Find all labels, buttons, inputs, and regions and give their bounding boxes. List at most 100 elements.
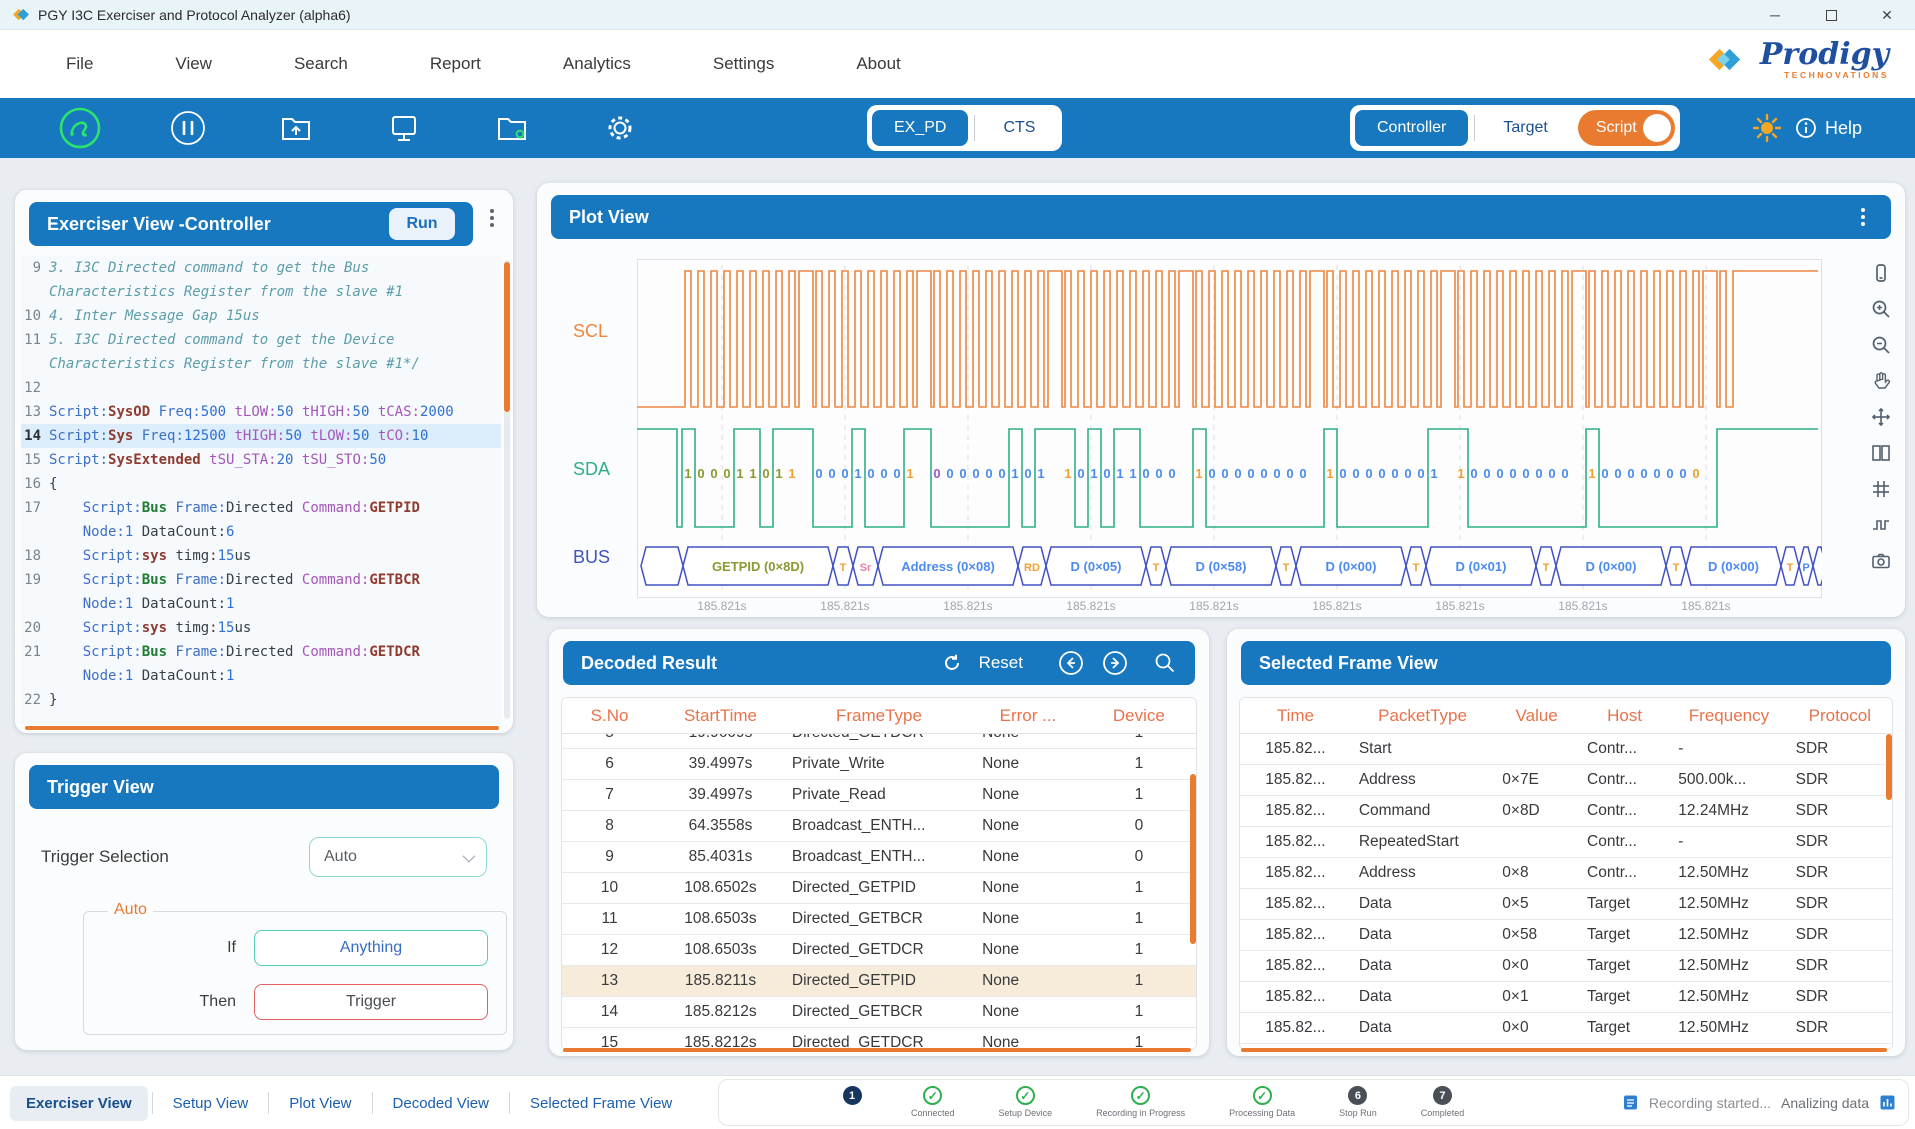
menu-item-file[interactable]: File (40, 46, 119, 82)
code-line[interactable]: 18 Script:sys timg:15us (21, 544, 501, 568)
mode-tab-controller[interactable]: Controller (1355, 110, 1468, 146)
table-row[interactable]: 864.3558sBroadcast_ENTH...None0 (562, 811, 1196, 842)
move-icon[interactable] (1869, 405, 1893, 429)
tab-ex-pd[interactable]: EX_PD (872, 110, 968, 146)
table-row[interactable]: 10108.6502sDirected_GETPIDNone1 (562, 873, 1196, 904)
help-button[interactable]: Help (1795, 117, 1862, 139)
maximize-icon[interactable] (1803, 0, 1859, 30)
code-editor[interactable]: 93. I3C Directed command to get the BusC… (21, 256, 501, 725)
reset-button[interactable]: Reset (979, 653, 1023, 673)
code-line[interactable]: 19 Script:Bus Frame:Directed Command:GET… (21, 568, 501, 592)
search-icon[interactable] (1153, 651, 1177, 675)
column-header-frametype[interactable]: FrameType (784, 706, 974, 726)
column-header-packettype[interactable]: PacketType (1351, 706, 1494, 726)
column-header-s-no[interactable]: S.No (562, 706, 657, 726)
column-header-error[interactable]: Error ... (974, 706, 1082, 726)
decoded-scrollbar-thumb[interactable] (1190, 774, 1196, 944)
table-row[interactable]: 185.82...Data0×1Target12.50MHzSDR (1240, 982, 1892, 1013)
table-row[interactable]: 985.4031sBroadcast_ENTH...None0 (562, 842, 1196, 873)
folder-open-icon[interactable] (490, 106, 534, 150)
if-condition-button[interactable]: Anything (254, 930, 488, 966)
script-toggle[interactable]: Script (1578, 110, 1675, 146)
folder-export-icon[interactable] (274, 106, 318, 150)
minimize-icon[interactable]: ─ (1747, 0, 1803, 30)
code-line[interactable]: Node:1 DataCount:6 (21, 520, 501, 544)
bottom-tab-setup-view[interactable]: Setup View (157, 1086, 265, 1121)
code-line[interactable]: 17 Script:Bus Frame:Directed Command:GET… (21, 496, 501, 520)
column-header-time[interactable]: Time (1240, 706, 1351, 726)
code-line[interactable]: 93. I3C Directed command to get the Bus (21, 256, 501, 280)
table-row[interactable]: 185.82...Data0×0Target12.50MHzSDR (1240, 951, 1892, 982)
code-line[interactable]: 13Script:SysOD Freq:500 tLOW:50 tHIGH:50… (21, 400, 501, 424)
table-row[interactable]: 185.82...Command0×8DContr...12.24MHzSDR (1240, 796, 1892, 827)
code-line[interactable]: Characteristics Register from the slave … (21, 280, 501, 304)
touch-icon[interactable] (1869, 261, 1893, 285)
column-header-starttime[interactable]: StartTime (657, 706, 784, 726)
bottom-tab-plot-view[interactable]: Plot View (273, 1086, 367, 1121)
pan-hand-icon[interactable] (1869, 369, 1893, 393)
code-line[interactable]: 16{ (21, 472, 501, 496)
table-row[interactable]: 185.82...Address0×7EContr...500.00k...SD… (1240, 765, 1892, 796)
pause-icon[interactable] (166, 106, 210, 150)
column-header-host[interactable]: Host (1579, 706, 1670, 726)
code-line[interactable]: Node:1 DataCount:1 (21, 664, 501, 688)
zoom-out-icon[interactable] (1869, 333, 1893, 357)
waveform-plot[interactable]: 185.821s185.821s185.821s185.821s185.821s… (637, 259, 1822, 620)
table-row[interactable]: 739.4997sPrivate_ReadNone1 (562, 780, 1196, 811)
waveform-icon[interactable] (1869, 513, 1893, 537)
close-icon[interactable]: ✕ (1859, 0, 1915, 30)
selected-scrollbar-thumb[interactable] (1886, 734, 1892, 800)
code-scrollbar-thumb[interactable] (504, 262, 510, 412)
table-row[interactable]: 185.82...Address0×8Contr...12.50MHzSDR (1240, 858, 1892, 889)
table-row[interactable]: 519.9609sDirected_GETDCRNone1 (562, 734, 1196, 749)
code-line[interactable]: 115. I3C Directed command to get the Dev… (21, 328, 501, 352)
menu-item-search[interactable]: Search (268, 46, 374, 82)
column-header-protocol[interactable]: Protocol (1788, 706, 1892, 726)
table-row[interactable]: 15185.8212sDirected_GETDCRNone1 (562, 1028, 1196, 1049)
display-icon[interactable] (382, 106, 426, 150)
exerciser-menu-icon[interactable] (481, 216, 503, 220)
table-row[interactable]: 185.82...Data0×5Target12.50MHzSDR (1240, 889, 1892, 920)
decoded-hscrollbar-thumb[interactable] (563, 1048, 1191, 1052)
menu-item-view[interactable]: View (149, 46, 238, 82)
code-line[interactable]: 15Script:SysExtended tSU_STA:20 tSU_STO:… (21, 448, 501, 472)
code-hscrollbar-thumb[interactable] (25, 726, 499, 730)
table-row[interactable]: 11108.6503sDirected_GETBCRNone1 (562, 904, 1196, 935)
table-row[interactable]: 12108.6503sDirected_GETDCRNone1 (562, 935, 1196, 966)
bottom-tab-exerciser-view[interactable]: Exerciser View (10, 1086, 148, 1121)
menu-item-report[interactable]: Report (404, 46, 507, 82)
grid-icon[interactable] (1869, 477, 1893, 501)
selected-hscrollbar-thumb[interactable] (1241, 1048, 1887, 1052)
table-row[interactable]: 185.82...RepeatedStartContr...-SDR (1240, 827, 1892, 858)
code-line[interactable]: 21 Script:Bus Frame:Directed Command:GET… (21, 640, 501, 664)
table-row[interactable]: 185.82...Data0×0Target12.50MHzSDR (1240, 1013, 1892, 1044)
menu-item-about[interactable]: About (830, 46, 926, 82)
table-row[interactable]: 185.82...StartContr...-SDR (1240, 734, 1892, 765)
menu-item-settings[interactable]: Settings (687, 46, 800, 82)
exerciser-run-icon[interactable] (58, 106, 102, 150)
bottom-tab-selected-frame-view[interactable]: Selected Frame View (514, 1086, 688, 1121)
mode-tab-target[interactable]: Target (1481, 110, 1569, 146)
code-line[interactable]: 20 Script:sys timg:15us (21, 616, 501, 640)
table-row[interactable]: 185.82...Data0×58Target12.50MHzSDR (1240, 920, 1892, 951)
code-line[interactable]: 12 (21, 376, 501, 400)
plot-menu-icon[interactable] (1853, 215, 1873, 219)
column-header-frequency[interactable]: Frequency (1670, 706, 1787, 726)
table-row[interactable]: 14185.8212sDirected_GETBCRNone1 (562, 997, 1196, 1028)
snapshot-camera-icon[interactable] (1869, 549, 1893, 573)
zoom-in-icon[interactable] (1869, 297, 1893, 321)
tab-cts[interactable]: CTS (981, 110, 1057, 146)
bottom-tab-decoded-view[interactable]: Decoded View (377, 1086, 505, 1121)
table-row[interactable]: 13185.8211sDirected_GETPIDNone1 (562, 966, 1196, 997)
prev-frame-icon[interactable] (1057, 649, 1085, 677)
run-button[interactable]: Run (389, 208, 455, 240)
code-line[interactable]: Node:1 DataCount:1 (21, 592, 501, 616)
code-line[interactable]: Characteristics Register from the slave … (21, 352, 501, 376)
refresh-icon[interactable] (941, 652, 963, 674)
settings-gear-icon[interactable] (598, 106, 642, 150)
code-line[interactable]: 14Script:Sys Freq:12500 tHIGH:50 tLOW:50… (21, 424, 501, 448)
menu-item-analytics[interactable]: Analytics (537, 46, 657, 82)
code-line[interactable]: 22} (21, 688, 501, 712)
theme-sun-icon[interactable] (1745, 106, 1789, 150)
split-view-icon[interactable] (1869, 441, 1893, 465)
